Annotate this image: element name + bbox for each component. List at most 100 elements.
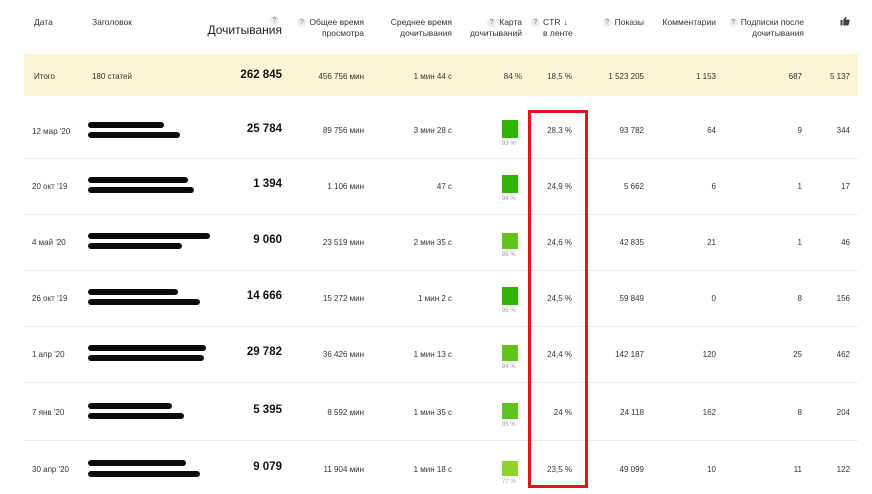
- sort-desc-icon[interactable]: ↓: [563, 17, 568, 28]
- redacted-title[interactable]: [88, 345, 206, 351]
- row-likes: 122: [836, 465, 850, 474]
- row-total-time: 8 592 мин: [327, 408, 364, 417]
- help-icon[interactable]: ?: [602, 18, 612, 27]
- row-total-time: 1 106 мин: [327, 182, 364, 191]
- total-read-map: 84 %: [503, 72, 522, 81]
- row-comments: 21: [707, 238, 716, 247]
- table-row[interactable]: 7 янв '20 5 395 8 592 мин 1 мин 35 с 85 …: [24, 383, 858, 441]
- row-impressions: 49 099: [619, 465, 644, 474]
- row-avg-time: 1 мин 13 с: [413, 350, 452, 359]
- header-ctr-line1: CTR: [543, 17, 561, 27]
- help-icon[interactable]: ?: [297, 18, 307, 27]
- redacted-title[interactable]: [88, 122, 164, 128]
- row-reads: 25 784: [246, 123, 282, 135]
- header-subs[interactable]: ? Подписки после дочитывания: [724, 17, 804, 39]
- row-total-time: 23 519 мин: [322, 238, 364, 247]
- read-map-bar: [502, 231, 518, 249]
- total-ctr: 18,5 %: [547, 72, 572, 81]
- row-impressions: 93 782: [619, 126, 644, 135]
- read-map-bar: [502, 343, 518, 361]
- header-read-map[interactable]: ? Карта дочитываний: [464, 17, 522, 39]
- redacted-title[interactable]: [88, 355, 204, 361]
- row-reads: 14 666: [246, 290, 282, 302]
- total-total-time: 456 756 мин: [318, 72, 364, 81]
- header-title[interactable]: Заголовок: [92, 17, 132, 28]
- redacted-title[interactable]: [88, 243, 182, 249]
- row-likes: 17: [841, 182, 850, 191]
- table-row[interactable]: 12 мар '20 25 784 89 756 мин 3 мин 28 с …: [24, 102, 858, 159]
- read-map-bar: [502, 401, 518, 419]
- header-reads[interactable]: ?Дочитывания: [200, 14, 282, 36]
- table-row[interactable]: 1 апр '20 29 782 36 426 мин 1 мин 13 с 8…: [24, 327, 858, 383]
- header-ctr[interactable]: ? CTR ↓ в ленте: [531, 17, 591, 39]
- header-avg-time[interactable]: Среднее время дочитывания: [374, 17, 452, 39]
- help-icon[interactable]: ?: [531, 18, 540, 27]
- row-comments: 162: [702, 408, 716, 417]
- redacted-title[interactable]: [88, 132, 180, 138]
- row-total-time: 89 756 мин: [322, 126, 364, 135]
- row-subs: 1: [797, 238, 802, 247]
- row-impressions: 5 662: [623, 182, 644, 191]
- total-label: Итого: [34, 72, 55, 81]
- row-avg-time: 47 с: [436, 182, 452, 191]
- redacted-title[interactable]: [88, 187, 194, 193]
- header-subs-line1: Подписки после: [740, 17, 804, 27]
- header-total-time-line1: Общее время: [309, 17, 364, 27]
- header-avg-time-line1: Среднее время: [390, 17, 452, 27]
- redacted-title[interactable]: [88, 413, 184, 419]
- table-row[interactable]: 4 май '20 9 060 23 519 мин 2 мин 35 с 85…: [24, 215, 858, 271]
- read-map-percent: 94 %: [502, 196, 516, 202]
- row-reads: 29 782: [246, 346, 282, 358]
- table-header: Дата Заголовок ?Дочитывания ? Общее время…: [24, 0, 858, 52]
- header-impressions[interactable]: ? Показы: [594, 17, 644, 28]
- total-subs: 687: [788, 72, 802, 81]
- thumbs-up-icon[interactable]: [840, 16, 850, 26]
- row-likes: 462: [836, 350, 850, 359]
- total-reads: 262 845: [240, 69, 282, 81]
- row-subs: 11: [793, 465, 802, 474]
- redacted-title[interactable]: [88, 177, 188, 183]
- read-map-fill: [502, 287, 518, 305]
- header-total-time[interactable]: ? Общее время просмотра: [292, 17, 364, 39]
- read-map-percent: 85 %: [502, 422, 516, 428]
- row-subs: 25: [793, 350, 802, 359]
- total-avg-time: 1 мин 44 с: [413, 72, 452, 81]
- redacted-title[interactable]: [88, 471, 200, 477]
- table-row[interactable]: 30 апр '20 9 079 11 904 мин 1 мин 18 с 7…: [24, 441, 858, 494]
- row-comments: 0: [711, 294, 716, 303]
- row-comments: 10: [707, 465, 716, 474]
- read-map-bar: [502, 120, 518, 138]
- row-total-time: 11 904 мин: [323, 465, 364, 474]
- read-map-percent: 77 %: [502, 479, 516, 485]
- row-reads: 9 060: [253, 234, 282, 246]
- row-date: 20 окт '19: [32, 182, 68, 191]
- redacted-title[interactable]: [88, 460, 186, 466]
- row-likes: 344: [836, 126, 850, 135]
- row-likes: 156: [836, 294, 850, 303]
- row-impressions: 24 118: [620, 408, 644, 417]
- total-row: Итого 180 статей 262 845 456 756 мин 1 м…: [24, 54, 858, 96]
- redacted-title[interactable]: [88, 289, 178, 295]
- row-comments: 6: [711, 182, 716, 191]
- table-row[interactable]: 20 окт '19 1 394 1 106 мин 47 с 94 % 24,…: [24, 159, 858, 215]
- table-row[interactable]: 26 окт '19 14 666 15 272 мин 1 мин 2 с 9…: [24, 271, 858, 327]
- row-impressions: 42 835: [619, 238, 644, 247]
- header-comments[interactable]: Комментарии: [654, 17, 716, 28]
- header-date[interactable]: Дата: [34, 17, 53, 28]
- row-reads: 5 395: [253, 404, 282, 416]
- redacted-title[interactable]: [88, 403, 172, 409]
- row-avg-time: 2 мин 35 с: [413, 238, 452, 247]
- help-icon[interactable]: ?: [487, 18, 497, 27]
- row-comments: 120: [702, 350, 716, 359]
- row-date: 12 мар '20: [32, 127, 71, 136]
- read-map-percent: 93 %: [502, 141, 516, 147]
- read-map-percent: 95 %: [502, 308, 516, 314]
- row-likes: 46: [841, 238, 850, 247]
- redacted-title[interactable]: [88, 233, 210, 239]
- help-icon[interactable]: ?: [728, 18, 738, 27]
- row-comments: 64: [707, 126, 716, 135]
- total-comments: 1 153: [695, 72, 716, 81]
- row-date: 4 май '20: [32, 238, 66, 247]
- row-subs: 8: [797, 408, 802, 417]
- redacted-title[interactable]: [88, 299, 200, 305]
